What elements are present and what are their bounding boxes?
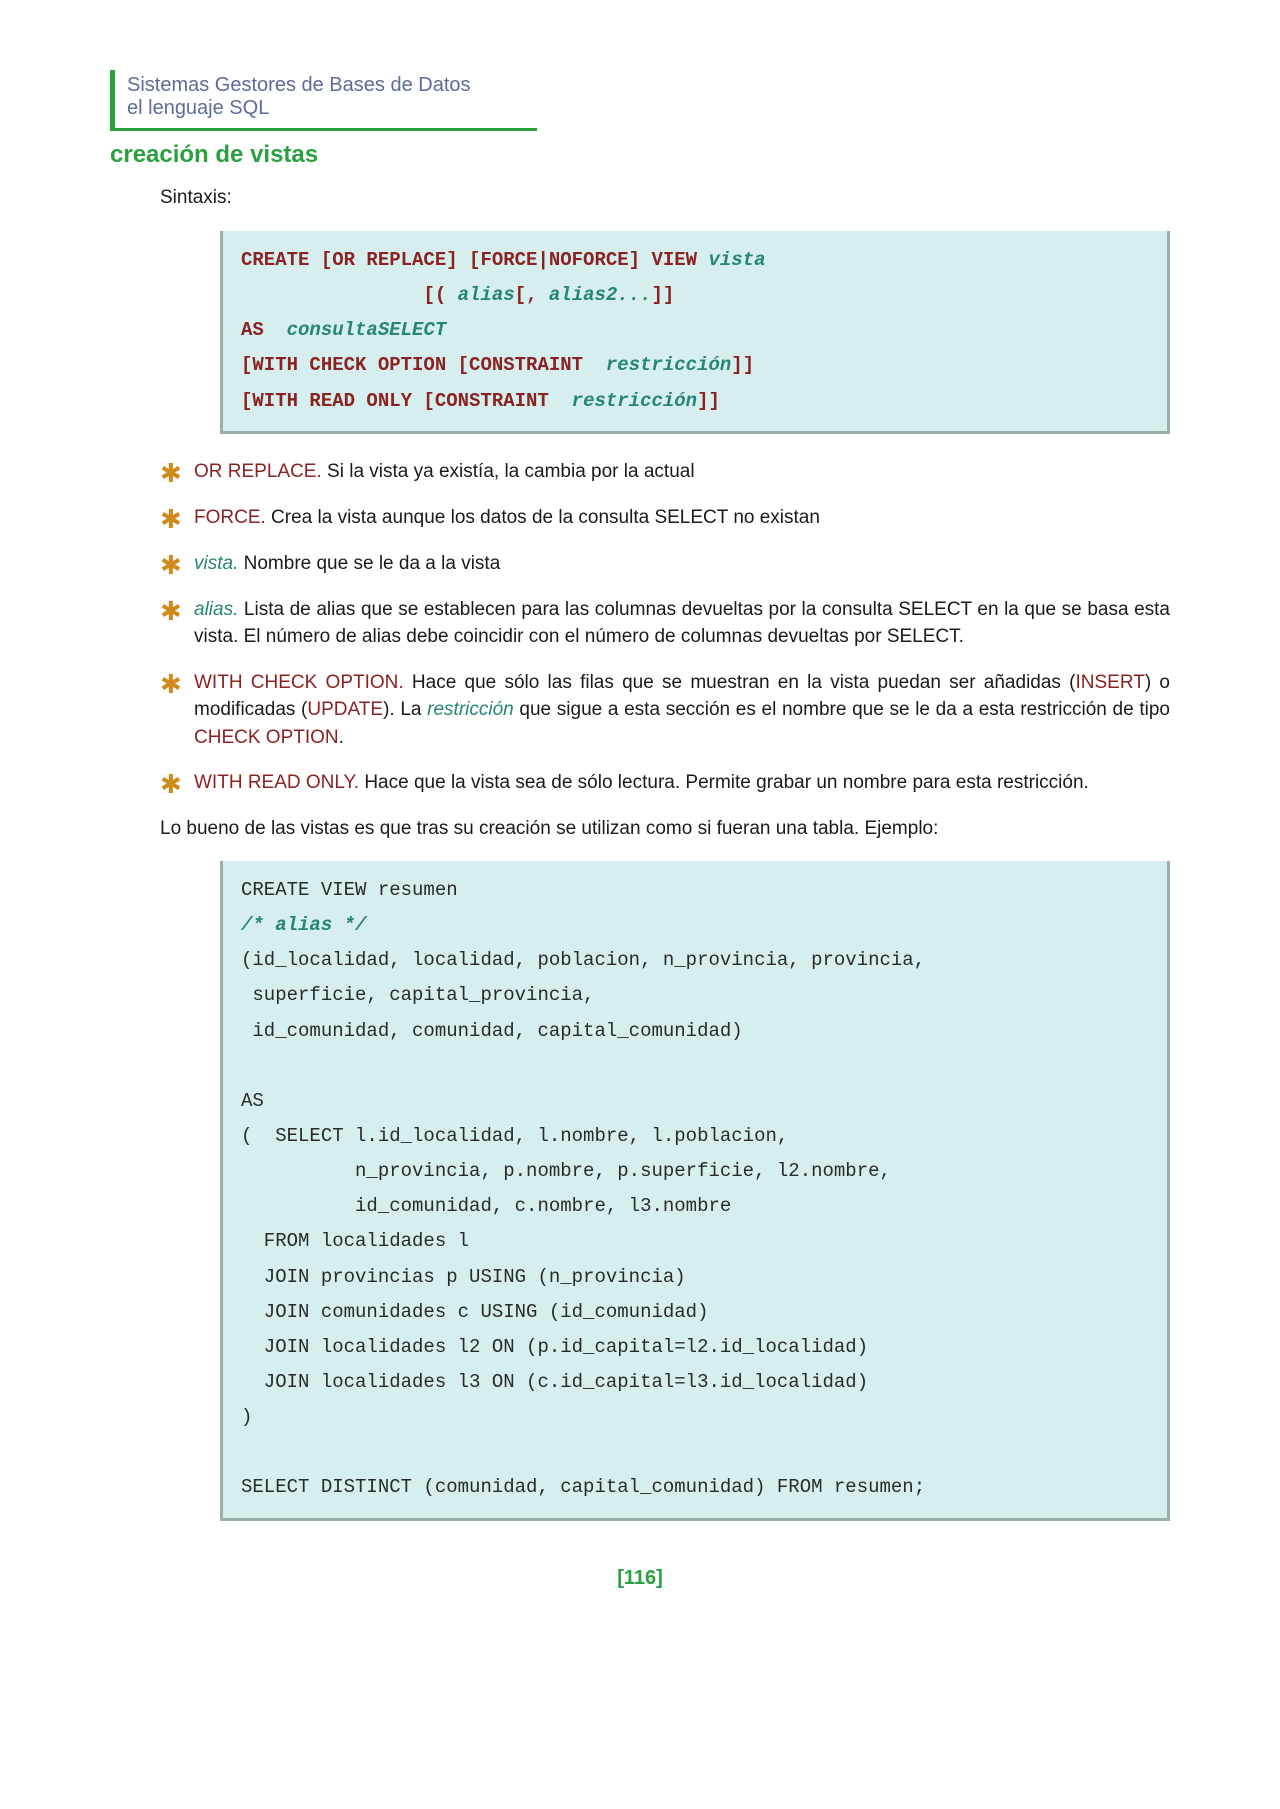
- bullet-item: ✱WITH READ ONLY. Hace que la vista sea d…: [160, 769, 1170, 797]
- bullet-item: ✱OR REPLACE. Si la vista ya existía, la …: [160, 458, 1170, 486]
- bullet-item: ✱WITH CHECK OPTION. Hace que sólo las fi…: [160, 669, 1170, 752]
- asterisk-icon: ✱: [160, 671, 194, 697]
- asterisk-icon: ✱: [160, 460, 194, 486]
- header-line-1: Sistemas Gestores de Bases de Datos: [127, 74, 537, 97]
- bullet-text: OR REPLACE. Si la vista ya existía, la c…: [194, 458, 1170, 486]
- example-codeblock: CREATE VIEW resumen /* alias */ (id_loca…: [220, 861, 1170, 1521]
- bullet-text: FORCE. Crea la vista aunque los datos de…: [194, 504, 1170, 532]
- syntax-codeblock: CREATE [OR REPLACE] [FORCE|NOFORCE] VIEW…: [220, 231, 1170, 434]
- syntax-label: Sintaxis:: [160, 187, 1170, 209]
- header-line-2: el lenguaje SQL: [127, 97, 537, 120]
- bullet-text: WITH READ ONLY. Hace que la vista sea de…: [194, 769, 1170, 797]
- body-indent: Sintaxis: CREATE [OR REPLACE] [FORCE|NOF…: [160, 187, 1170, 1521]
- body-paragraph-1: Lo bueno de las vistas es que tras su cr…: [160, 815, 1170, 843]
- bullet-text: WITH CHECK OPTION. Hace que sólo las fil…: [194, 669, 1170, 752]
- header-box: Sistemas Gestores de Bases de Datos el l…: [110, 70, 537, 131]
- section-title: creación de vistas: [110, 141, 1170, 169]
- asterisk-icon: ✱: [160, 506, 194, 532]
- page-number: [116]: [110, 1567, 1170, 1590]
- asterisk-icon: ✱: [160, 598, 194, 624]
- asterisk-icon: ✱: [160, 552, 194, 578]
- bullet-text: alias. Lista de alias que se establecen …: [194, 596, 1170, 651]
- bullet-item: ✱alias. Lista de alias que se establecen…: [160, 596, 1170, 651]
- bullet-item: ✱FORCE. Crea la vista aunque los datos d…: [160, 504, 1170, 532]
- asterisk-icon: ✱: [160, 771, 194, 797]
- bullet-text: vista. Nombre que se le da a la vista: [194, 550, 1170, 578]
- bullet-list: ✱OR REPLACE. Si la vista ya existía, la …: [160, 458, 1170, 798]
- page-container: Sistemas Gestores de Bases de Datos el l…: [0, 0, 1280, 1650]
- bullet-item: ✱vista. Nombre que se le da a la vista: [160, 550, 1170, 578]
